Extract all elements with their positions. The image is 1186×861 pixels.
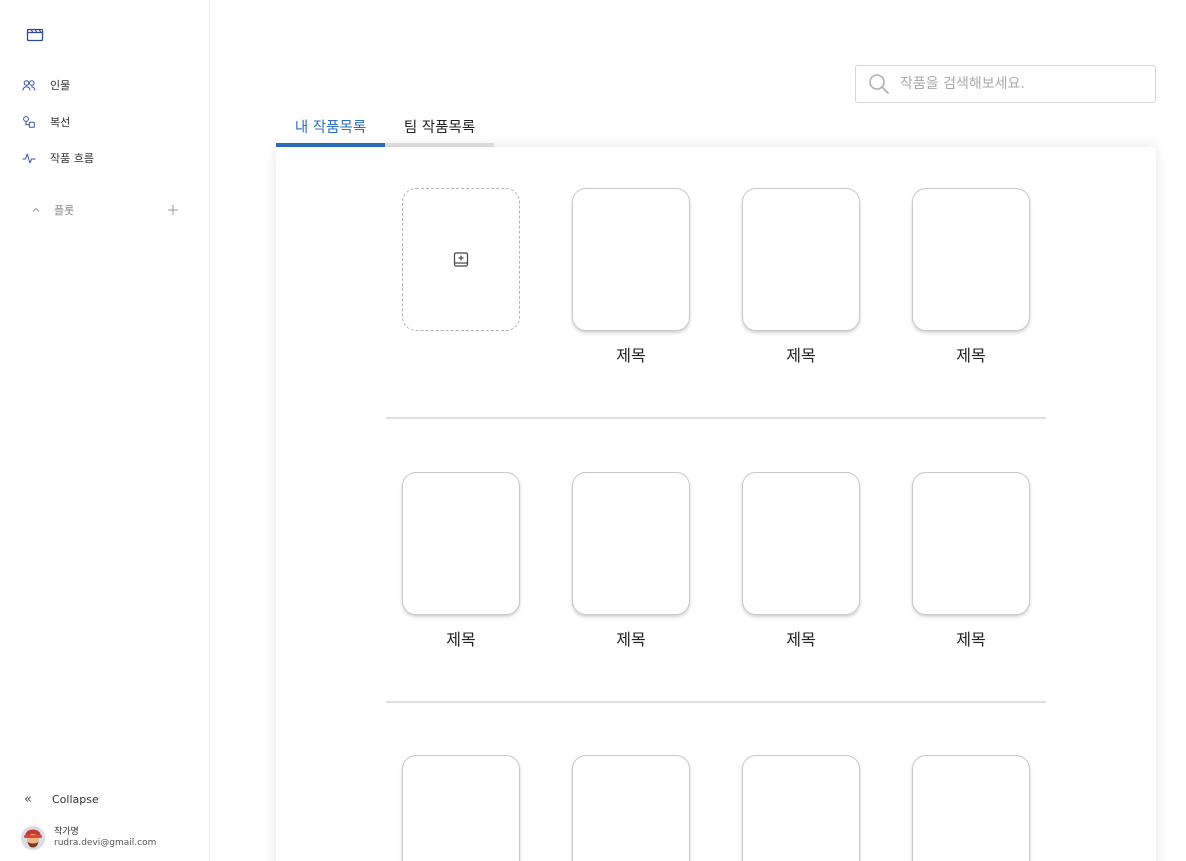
work-card-thumbnail[interactable] xyxy=(742,755,860,861)
work-card-thumbnail[interactable] xyxy=(572,188,690,331)
work-card[interactable] xyxy=(912,755,1030,861)
sidebar-item-label: 인물 xyxy=(50,79,71,92)
clapperboard-icon[interactable] xyxy=(26,26,44,42)
work-card[interactable] xyxy=(742,755,860,861)
work-title: 제목 xyxy=(446,630,476,649)
work-card[interactable] xyxy=(402,755,520,861)
add-plot-icon[interactable] xyxy=(166,203,180,217)
user-name: 작가명 xyxy=(54,827,79,837)
work-card[interactable]: 제목 xyxy=(572,188,690,366)
add-book-icon xyxy=(453,251,469,267)
work-card-thumbnail[interactable] xyxy=(912,472,1030,615)
row-divider xyxy=(386,417,1046,419)
sidebar-item-foreshadowing[interactable]: 복선 xyxy=(22,112,70,132)
work-title: 제목 xyxy=(956,346,986,365)
row-divider xyxy=(386,701,1046,703)
work-card[interactable]: 제목 xyxy=(912,188,1030,366)
work-card-thumbnail[interactable] xyxy=(572,755,690,861)
sidebar: 인물 복선 작품 흐름 플롯 « Collapse 작가명 rudra.devi… xyxy=(0,0,210,861)
tab-team-works[interactable]: 팀 작품목록 xyxy=(385,116,494,143)
work-card[interactable]: 제목 xyxy=(742,472,860,650)
search-box[interactable] xyxy=(855,65,1156,103)
work-title: 제목 xyxy=(786,346,816,365)
work-card[interactable]: 제목 xyxy=(572,472,690,650)
work-card[interactable] xyxy=(572,755,690,861)
collapse-button[interactable]: « Collapse xyxy=(24,790,99,808)
plot-section-label: 플롯 xyxy=(54,204,75,217)
sidebar-item-characters[interactable]: 인물 xyxy=(22,75,70,95)
people-icon xyxy=(22,78,36,92)
work-card-thumbnail[interactable] xyxy=(912,188,1030,331)
search-icon xyxy=(869,74,889,94)
user-profile[interactable]: 작가명 rudra.devi@gmail.com xyxy=(21,826,156,850)
work-tabs: 내 작품목록 팀 작품목록 xyxy=(276,116,494,147)
user-email: rudra.devi@gmail.com xyxy=(54,838,157,848)
plot-section-header[interactable]: 플롯 xyxy=(30,200,180,220)
work-card-thumbnail[interactable] xyxy=(742,472,860,615)
work-card-thumbnail[interactable] xyxy=(742,188,860,331)
work-card[interactable]: 제목 xyxy=(912,472,1030,650)
collapse-label: Collapse xyxy=(52,792,99,806)
work-card[interactable]: 제목 xyxy=(742,188,860,366)
tab-my-works[interactable]: 내 작품목록 xyxy=(276,116,385,147)
add-work-card[interactable] xyxy=(402,188,520,331)
foreshadow-icon xyxy=(22,115,36,129)
sidebar-item-work-flow[interactable]: 작품 흐름 xyxy=(22,148,94,168)
sidebar-item-label: 복선 xyxy=(50,116,71,129)
work-card-thumbnail[interactable] xyxy=(402,472,520,615)
work-card-thumbnail[interactable] xyxy=(912,755,1030,861)
work-title: 제목 xyxy=(616,346,646,365)
activity-icon xyxy=(22,151,36,165)
work-card-thumbnail[interactable] xyxy=(402,755,520,861)
app-root: 인물 복선 작품 흐름 플롯 « Collapse 작가명 rudra.devi… xyxy=(0,0,1186,861)
add-work-card-wrap xyxy=(402,188,520,331)
search-input[interactable] xyxy=(900,76,1140,92)
sidebar-item-label: 작품 흐름 xyxy=(50,152,94,165)
chevron-up-icon[interactable] xyxy=(30,204,42,216)
works-panel: 제목 제목 제목 제목 제목 제목 제목 xyxy=(276,147,1156,861)
work-title: 제목 xyxy=(616,630,646,649)
work-card-thumbnail[interactable] xyxy=(572,472,690,615)
double-chevron-left-icon: « xyxy=(24,791,32,807)
work-title: 제목 xyxy=(786,630,816,649)
work-title: 제목 xyxy=(956,630,986,649)
work-card[interactable]: 제목 xyxy=(402,472,520,650)
avatar xyxy=(21,826,45,850)
